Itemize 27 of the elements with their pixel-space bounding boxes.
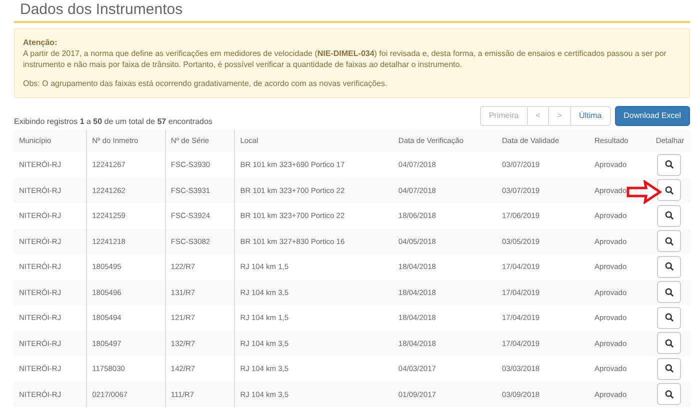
search-icon <box>664 338 674 348</box>
search-icon <box>664 211 674 220</box>
alert-heading: Atenção: <box>23 37 58 48</box>
download-button[interactable]: Download Excel <box>614 106 690 126</box>
search-button[interactable] <box>657 204 681 227</box>
search-button[interactable] <box>657 154 681 176</box>
records-summary: Exibindo registros 1 a 50 de um total de 57 encontrados <box>14 116 212 128</box>
search-icon <box>664 390 674 399</box>
search-icon <box>664 364 674 374</box>
search-icon <box>664 288 674 297</box>
search-icon <box>664 262 674 272</box>
search-icon <box>664 186 674 195</box>
search-button[interactable] <box>657 306 681 329</box>
search-icon <box>664 160 674 170</box>
page-title: Dados dos Instrumentos <box>14 0 690 23</box>
search-button[interactable] <box>657 332 681 354</box>
alert-note: Obs: O agrupamento das faixas está ocorrendo gradativamente, de acordo com as novas verificações. <box>23 78 388 89</box>
search-button[interactable] <box>657 179 681 202</box>
search-button[interactable] <box>657 281 681 304</box>
search-button[interactable] <box>657 358 681 380</box>
search-button[interactable] <box>657 383 681 406</box>
search-button[interactable] <box>657 230 681 252</box>
search-button[interactable] <box>657 256 681 278</box>
pagination-button[interactable]: Última <box>570 106 611 126</box>
search-icon <box>664 236 674 246</box>
alert-text: A partir de 2017, a norma que define as verificações em medidores de velocidade (NIE-DIMEL-034) foi revisada e, desta forma, a emissão de ensaios e certificados passou a ser por instrumento e não mais por faixa de trânsito. Portanto, é possível verificar a quantidade de faixas ao detalhar o instrumento. <box>23 48 668 70</box>
search-icon <box>664 313 674 322</box>
